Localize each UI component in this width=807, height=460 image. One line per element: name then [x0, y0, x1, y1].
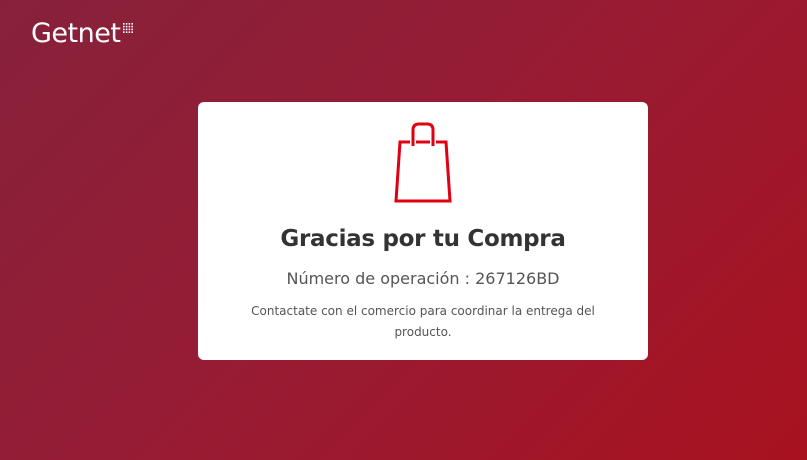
operation-number: Número de operación : 267126BD — [286, 269, 560, 288]
getnet-logo: Getnet — [31, 17, 134, 51]
confirmation-card: Gracias por tu Compra Número de operació… — [198, 102, 648, 360]
page-title: Gracias por tu Compra — [280, 226, 566, 252]
shopping-bag-icon — [394, 122, 452, 203]
contact-message: Contactate con el comercio para coordina… — [251, 304, 595, 339]
logo-text: Getnet — [31, 18, 121, 49]
grid-dots-icon — [123, 23, 134, 33]
